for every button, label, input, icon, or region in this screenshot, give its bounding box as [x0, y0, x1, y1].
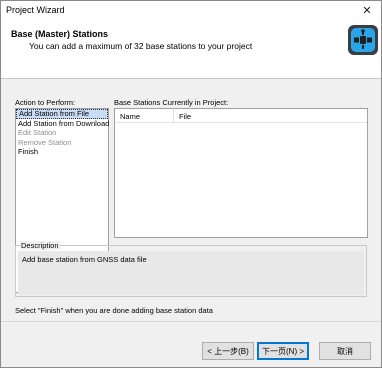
actions-label: Action to Perform: — [15, 98, 76, 107]
page-title: Base (Master) Stations — [11, 29, 109, 39]
title-bar: Project Wizard ✕ — [1, 1, 381, 19]
action-item-finish[interactable]: Finish — [16, 147, 108, 157]
column-header-name[interactable]: Name — [120, 112, 140, 121]
action-item-edit-station: Edit Station — [18, 128, 57, 137]
cancel-button[interactable]: 取消 — [319, 342, 371, 360]
footer-divider — [1, 321, 381, 322]
column-header-file[interactable]: File — [179, 112, 191, 121]
finish-hint: Select "Finish" when you are done adding… — [15, 306, 213, 315]
stations-table[interactable]: Name File — [114, 108, 368, 238]
action-item-add-from-download[interactable]: Add Station from Download — [16, 119, 109, 129]
action-item-add-from-file[interactable]: Add Station from File — [16, 109, 108, 119]
action-item-remove-station: Remove Station — [18, 137, 72, 147]
wizard-header: Base (Master) Stations You can add a max… — [1, 19, 381, 79]
next-button[interactable]: 下一页(N) > — [257, 342, 309, 360]
window-title: Project Wizard — [6, 5, 65, 15]
description-title: Description — [20, 241, 60, 250]
page-subtitle: You can add a maximum of 32 base station… — [29, 41, 253, 51]
column-divider[interactable] — [173, 109, 174, 123]
satellite-icon — [348, 25, 378, 55]
project-wizard-window: Project Wizard ✕ Base (Master) Stations … — [0, 0, 382, 368]
stations-table-header: Name File — [115, 109, 367, 123]
description-text: Add base station from GNSS data file — [22, 255, 147, 264]
close-icon[interactable]: ✕ — [353, 1, 381, 19]
back-button[interactable]: < 上一步(B) — [202, 342, 254, 360]
stations-label: Base Stations Currently in Project: — [114, 98, 229, 107]
